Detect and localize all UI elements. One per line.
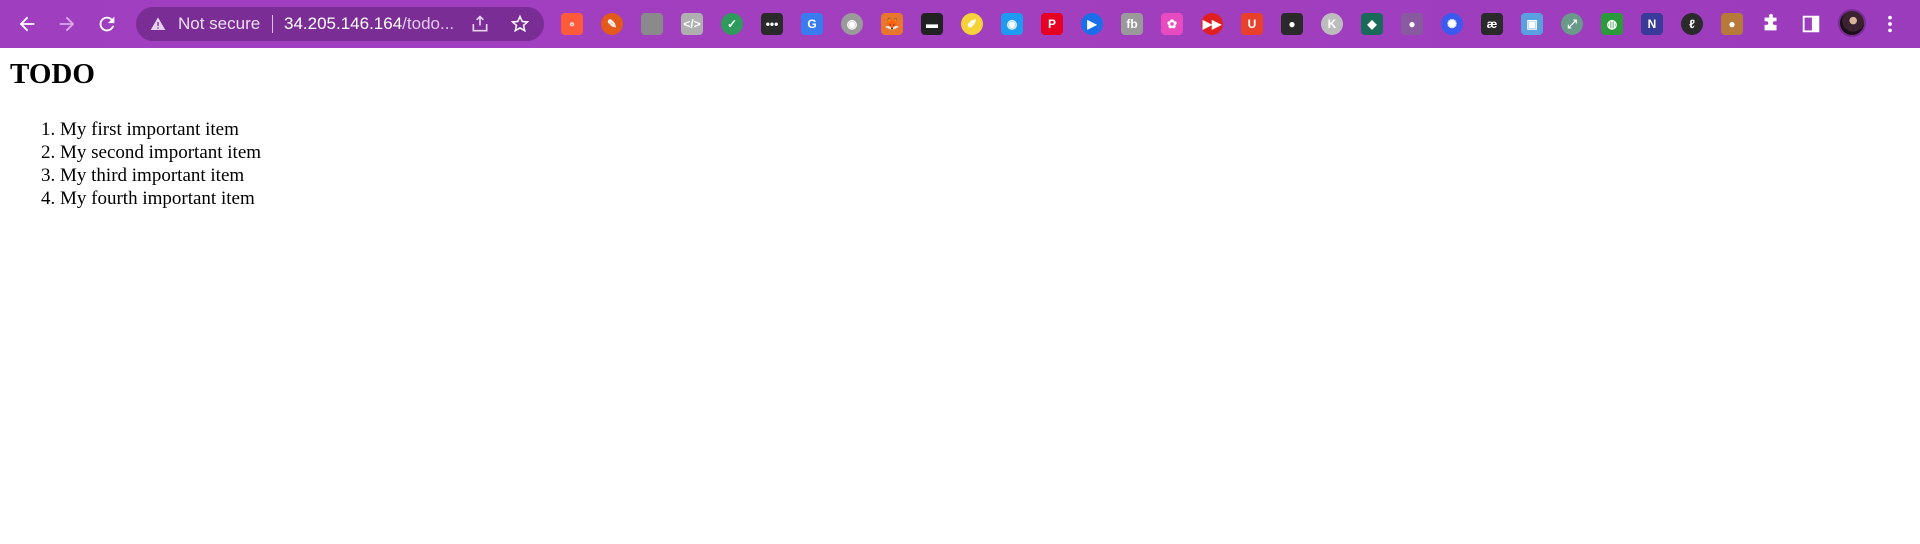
- menu-kebab-icon[interactable]: [1884, 13, 1896, 35]
- code-ext-icon[interactable]: </>: [681, 13, 703, 35]
- fb-ext-icon[interactable]: fb: [1121, 13, 1143, 35]
- arrow-left-icon: [19, 16, 35, 32]
- dots-ext-icon[interactable]: •••: [761, 13, 783, 35]
- globe-ext-icon[interactable]: ◍: [1601, 13, 1623, 35]
- orange-blob-ext-icon[interactable]: ●: [1281, 13, 1303, 35]
- feather-ext-icon[interactable]: ℓ: [1681, 13, 1703, 35]
- warning-icon: [150, 17, 166, 30]
- browser-toolbar: Not secure 34.205.146.164/todo... ∘ ✎ </> ✓…: [0, 0, 1920, 48]
- fox-ext-icon[interactable]: 🦊: [881, 13, 903, 35]
- teal-diamond-ext-icon[interactable]: ◆: [1361, 13, 1383, 35]
- todo-item: My fourth important item: [60, 187, 261, 210]
- todo-list: My first important item My second import…: [0, 118, 261, 210]
- bookmark-star-icon[interactable]: [510, 14, 530, 34]
- incognito-ext-icon[interactable]: ▬: [921, 13, 943, 35]
- paintbrush-ext-icon[interactable]: ✎: [601, 13, 623, 35]
- blue-gear-ext-icon[interactable]: ✺: [1441, 13, 1463, 35]
- notes-ext-icon[interactable]: ✐: [961, 13, 983, 35]
- puzzle-icon[interactable]: [1760, 13, 1782, 35]
- url-path: /todo...: [402, 14, 455, 33]
- share-icon[interactable]: [470, 14, 490, 34]
- image-ext-icon[interactable]: ▣: [1521, 13, 1543, 35]
- arrow-right-icon: [59, 16, 75, 32]
- green-dots-ext-icon[interactable]: ∘: [561, 13, 583, 35]
- camera-ext-icon[interactable]: ◉: [841, 13, 863, 35]
- page-title: TODO: [10, 58, 95, 90]
- expand-ext-icon[interactable]: ⤢: [1561, 13, 1583, 35]
- security-label[interactable]: Not secure: [178, 14, 260, 34]
- pinterest-ext-icon[interactable]: P: [1041, 13, 1063, 35]
- page-content: TODO My first important item My second i…: [0, 48, 1920, 544]
- forward-button[interactable]: [53, 10, 81, 38]
- address-bar[interactable]: Not secure 34.205.146.164/todo...: [136, 7, 544, 41]
- todo-item: My first important item: [60, 118, 261, 141]
- google-translate-ext-icon[interactable]: G: [801, 13, 823, 35]
- todo-item: My third important item: [60, 164, 261, 187]
- mail-check-ext-icon[interactable]: ✓: [721, 13, 743, 35]
- profile-avatar[interactable]: [1838, 9, 1866, 37]
- reload-icon: [99, 16, 115, 32]
- ae-ext-icon[interactable]: æ: [1481, 13, 1503, 35]
- back-button[interactable]: [13, 10, 41, 38]
- side-panel-icon[interactable]: [1800, 13, 1822, 35]
- u-ext-icon[interactable]: U: [1241, 13, 1263, 35]
- url-host: 34.205.146.164: [284, 14, 403, 33]
- reload-button[interactable]: [93, 10, 121, 38]
- youtube-ext-icon[interactable]: ▶▶: [1201, 13, 1223, 35]
- cookie-ext-icon[interactable]: ●: [1721, 13, 1743, 35]
- eye-ext-icon[interactable]: ◉: [1001, 13, 1023, 35]
- play-ext-icon[interactable]: ▶: [1081, 13, 1103, 35]
- chat-bubble-ext-icon[interactable]: ●: [1401, 13, 1423, 35]
- k-ext-icon[interactable]: K: [1321, 13, 1343, 35]
- todo-item: My second important item: [60, 141, 261, 164]
- gray-circle-ext-icon[interactable]: [641, 13, 663, 35]
- color-wheel-ext-icon[interactable]: ✿: [1161, 13, 1183, 35]
- url-text[interactable]: 34.205.146.164/todo...: [284, 14, 454, 34]
- omnibox-divider: [272, 15, 273, 33]
- n-ext-icon[interactable]: N: [1641, 13, 1663, 35]
